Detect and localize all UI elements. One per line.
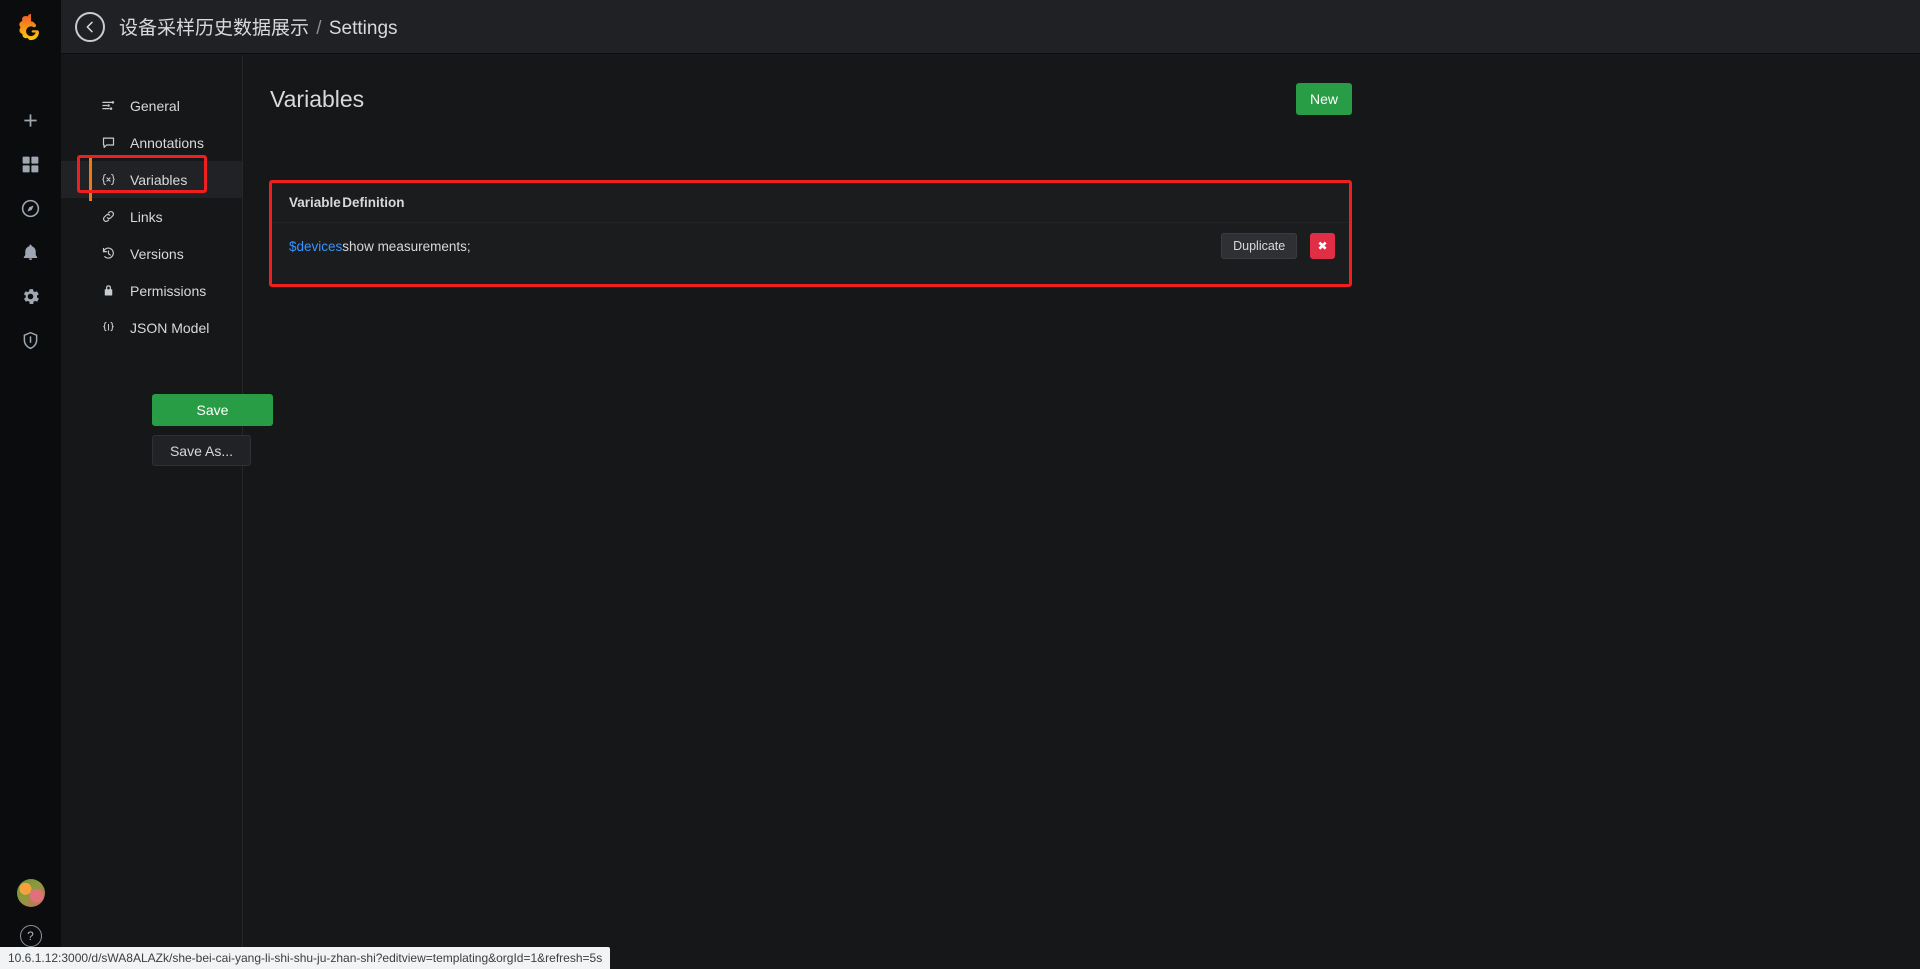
sidebar-item-links[interactable]: Links	[61, 198, 242, 235]
breadcrumb: 设备采样历史数据展示 / Settings	[119, 13, 398, 40]
lock-icon	[101, 283, 121, 298]
sidebar-item-label: Links	[130, 208, 163, 225]
save-button-group: Save Save As...	[61, 394, 273, 466]
bell-icon[interactable]	[0, 230, 61, 274]
column-header-variable: Variable	[289, 195, 341, 210]
grafana-logo-icon[interactable]	[0, 0, 61, 54]
breadcrumb-dashboard-title[interactable]: 设备采样历史数据展示	[119, 18, 309, 39]
save-as-button[interactable]: Save As...	[152, 435, 251, 466]
breadcrumb-section: Settings	[328, 18, 398, 39]
variables-panel: Variable Definition $devices show measur…	[272, 183, 1349, 284]
top-header: 设备采样历史数据展示 / Settings	[61, 0, 1920, 54]
compass-icon[interactable]	[0, 186, 61, 230]
breadcrumb-separator: /	[316, 18, 322, 39]
variable-definition: show measurements;	[342, 222, 847, 270]
sidebar-item-label: Variables	[130, 171, 188, 188]
column-header-definition: Definition	[342, 195, 405, 210]
sidebar-item-versions[interactable]: Versions	[61, 235, 242, 272]
duplicate-button[interactable]: Duplicate	[1221, 233, 1298, 259]
settings-sidebar: General Annotations Variables Links Vers…	[61, 55, 273, 969]
delete-button[interactable]: ✖	[1310, 233, 1335, 260]
sidebar-item-label: Permissions	[130, 282, 207, 299]
dashboards-icon[interactable]	[0, 142, 61, 186]
sidebar-item-variables[interactable]: Variables	[61, 158, 242, 201]
variable-name-link[interactable]: $devices	[272, 222, 343, 270]
new-variable-button[interactable]: New	[1296, 83, 1352, 115]
json-braces-icon	[101, 320, 121, 335]
history-icon	[101, 246, 121, 261]
gear-icon[interactable]	[0, 274, 61, 318]
page-title-row: Variables New	[270, 83, 1352, 115]
left-nav-rail: ?	[0, 0, 61, 969]
page-title: Variables	[270, 85, 365, 112]
sidebar-item-label: General	[130, 97, 180, 114]
plus-icon[interactable]	[0, 98, 61, 142]
variable-icon	[101, 172, 121, 187]
sidebar-item-annotations[interactable]: Annotations	[61, 124, 242, 161]
table-row: $devices show measurements; Duplicate ✖	[272, 222, 1349, 270]
variables-table: Variable Definition $devices show measur…	[272, 183, 1349, 270]
link-icon	[101, 209, 121, 224]
row-actions: Duplicate ✖	[846, 222, 1349, 270]
sidebar-item-general[interactable]: General	[61, 87, 242, 124]
sidebar-item-label: JSON Model	[130, 319, 210, 336]
sidebar-item-label: Annotations	[130, 134, 204, 151]
back-button[interactable]	[75, 11, 105, 42]
help-icon[interactable]: ?	[19, 925, 42, 947]
shield-icon[interactable]	[0, 318, 61, 362]
table-header-row: Variable Definition	[272, 183, 1349, 223]
status-bar-url: 10.6.1.12:3000/d/sWA8ALAZk/she-bei-cai-y…	[0, 947, 611, 969]
close-x-icon: ✖	[1317, 239, 1328, 254]
sidebar-item-permissions[interactable]: Permissions	[61, 272, 242, 309]
sidebar-item-label: Versions	[130, 245, 184, 262]
comment-icon	[101, 135, 121, 150]
user-avatar[interactable]	[16, 879, 45, 907]
sliders-icon	[101, 98, 121, 113]
sidebar-item-json-model[interactable]: JSON Model	[61, 309, 242, 346]
